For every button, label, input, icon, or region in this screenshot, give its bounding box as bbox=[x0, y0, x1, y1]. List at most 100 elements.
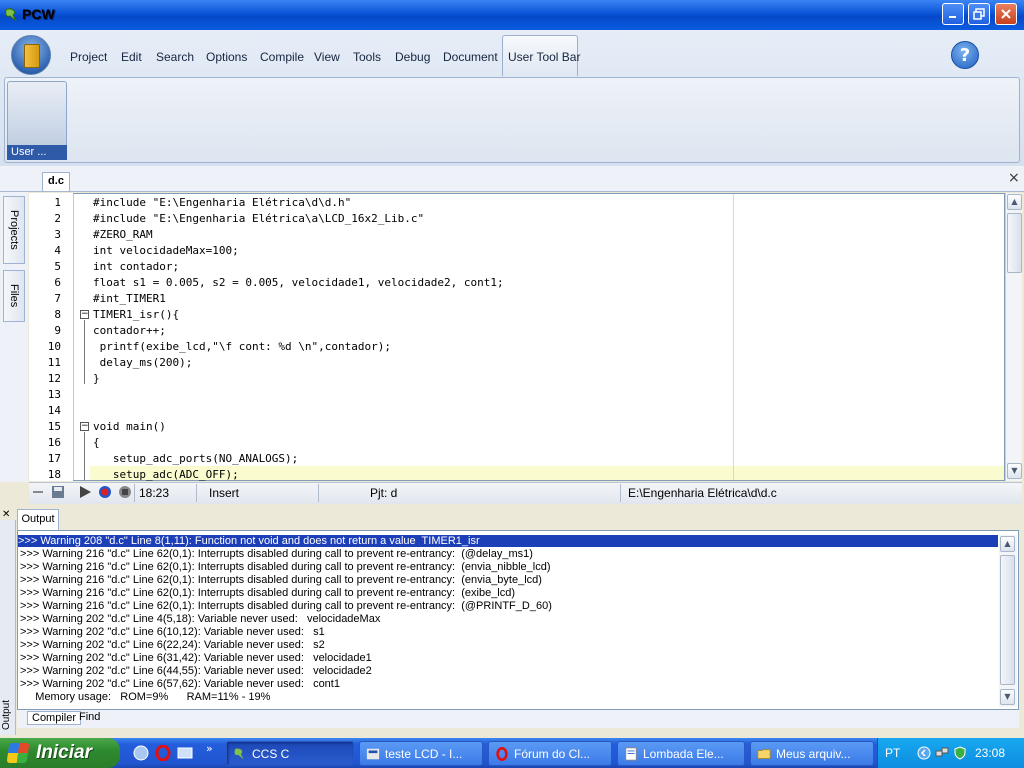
menu-compile[interactable]: Compile bbox=[260, 50, 304, 64]
code-line: printf(exibe_lcd,"\f cont: %d \n",contad… bbox=[93, 340, 392, 353]
title-bar[interactable] bbox=[0, 0, 1024, 30]
close-icon bbox=[1001, 9, 1011, 19]
output-side-label: Output bbox=[1, 700, 12, 731]
output-line[interactable]: >>> Warning 216 "d.c" Line 62(0,1): Inte… bbox=[20, 574, 542, 586]
tray-expand-icon[interactable] bbox=[917, 746, 931, 760]
help-icon: ? bbox=[959, 44, 971, 66]
fold-toggle-icon[interactable]: − bbox=[80, 310, 89, 319]
status-separator bbox=[318, 484, 319, 502]
right-margin-guide bbox=[733, 194, 734, 480]
tab-compiler[interactable]: Compiler bbox=[27, 711, 82, 725]
code-editor[interactable] bbox=[29, 193, 1005, 481]
scroll-thumb[interactable] bbox=[1007, 213, 1022, 273]
save-icon[interactable] bbox=[51, 485, 65, 499]
line-number: 9 bbox=[54, 324, 61, 337]
line-number: 14 bbox=[47, 404, 61, 417]
stop-icon[interactable] bbox=[118, 485, 132, 499]
scroll-up-icon[interactable]: ▲ bbox=[1007, 194, 1022, 210]
minimize-icon bbox=[949, 16, 956, 18]
more-quicklaunch-icon[interactable]: » bbox=[206, 742, 213, 755]
record-icon[interactable] bbox=[98, 485, 112, 499]
tab-files[interactable]: Files bbox=[3, 270, 25, 322]
output-line[interactable]: >>> Warning 216 "d.c" Line 62(0,1): Inte… bbox=[20, 600, 552, 612]
output-line[interactable]: >>> Warning 202 "d.c" Line 6(10,12): Var… bbox=[20, 626, 325, 638]
code-line: setup_adc(ADC_OFF); bbox=[93, 468, 239, 481]
code-line: #ZERO_RAM bbox=[93, 228, 153, 241]
close-document-icon[interactable]: × bbox=[1008, 170, 1020, 186]
line-number: 15 bbox=[47, 420, 61, 433]
help-button[interactable]: ? bbox=[951, 41, 979, 69]
output-line[interactable]: >>> Warning 216 "d.c" Line 62(0,1): Inte… bbox=[20, 561, 551, 573]
task-label: Fórum do Cl... bbox=[514, 746, 591, 761]
fold-toggle-icon[interactable]: − bbox=[80, 422, 89, 431]
status-separator bbox=[134, 484, 135, 502]
collapse-icon[interactable] bbox=[31, 485, 45, 499]
minimize-button[interactable] bbox=[942, 3, 964, 25]
line-number: 10 bbox=[47, 340, 61, 353]
menu-document[interactable]: Document bbox=[443, 50, 498, 64]
line-number: 7 bbox=[54, 292, 61, 305]
task-lombada[interactable]: Lombada Ele... bbox=[617, 741, 745, 766]
close-button[interactable] bbox=[995, 3, 1017, 25]
files-label: Files bbox=[8, 284, 20, 308]
line-number: 4 bbox=[54, 244, 61, 257]
output-line[interactable]: >>> Warning 202 "d.c" Line 4(5,18): Vari… bbox=[20, 613, 380, 625]
editor-scrollbar[interactable]: ▲ ▼ bbox=[1005, 193, 1022, 481]
output-scrollbar[interactable]: ▲ ▼ bbox=[999, 535, 1017, 707]
tab-projects[interactable]: Projects bbox=[3, 196, 25, 264]
tab-d-c[interactable]: d.c bbox=[42, 172, 70, 191]
project-name: Pjt: d bbox=[370, 486, 398, 500]
menu-edit[interactable]: Edit bbox=[121, 50, 142, 64]
scroll-down-icon[interactable]: ▼ bbox=[1000, 689, 1015, 705]
output-line-selected[interactable]: >>> Warning 208 "d.c" Line 8(1,11): Func… bbox=[18, 535, 998, 547]
menu-debug[interactable]: Debug bbox=[395, 50, 430, 64]
task-forum[interactable]: Fórum do Cl... bbox=[488, 741, 612, 766]
task-teste-lcd[interactable]: teste LCD - I... bbox=[359, 741, 483, 766]
output-line[interactable]: >>> Warning 202 "d.c" Line 6(31,42): Var… bbox=[20, 652, 372, 664]
line-number: 8 bbox=[54, 308, 61, 321]
start-button[interactable]: Iniciar bbox=[0, 738, 120, 768]
network-icon[interactable] bbox=[935, 746, 949, 760]
tab-output[interactable]: Output bbox=[17, 509, 59, 530]
fold-line bbox=[84, 432, 85, 480]
menu-user-tool-bar[interactable]: User Tool Bar bbox=[508, 50, 580, 64]
language-indicator[interactable]: PT bbox=[885, 746, 900, 760]
document-icon bbox=[625, 746, 637, 761]
msn-icon[interactable] bbox=[133, 745, 149, 761]
output-line[interactable]: Memory usage: ROM=9% RAM=11% - 19% bbox=[20, 691, 270, 703]
code-line: TIMER1_isr(){ bbox=[93, 308, 180, 321]
code-line: { bbox=[93, 436, 100, 449]
clock: 23:08 bbox=[975, 746, 1006, 760]
task-ccs-c[interactable]: CCS C bbox=[226, 741, 354, 766]
scroll-thumb[interactable] bbox=[1000, 555, 1015, 685]
task-meus-arquivos[interactable]: Meus arquiv... bbox=[750, 741, 874, 766]
play-icon[interactable] bbox=[78, 485, 92, 499]
output-line[interactable]: >>> Warning 202 "d.c" Line 6(57,62): Var… bbox=[20, 678, 340, 690]
menu-view[interactable]: View bbox=[314, 50, 340, 64]
scroll-down-icon[interactable]: ▼ bbox=[1007, 463, 1022, 479]
opera-icon[interactable] bbox=[155, 745, 171, 761]
scroll-up-icon[interactable]: ▲ bbox=[1000, 536, 1015, 552]
tab-find[interactable]: Find bbox=[79, 711, 100, 723]
code-line: #include "E:\Engenharia Elétrica\d\d.h" bbox=[93, 196, 352, 209]
output-line[interactable]: >>> Warning 202 "d.c" Line 6(44,55): Var… bbox=[20, 665, 372, 677]
ribbon-panel bbox=[4, 77, 1020, 163]
menu-tools[interactable]: Tools bbox=[353, 50, 381, 64]
restore-button[interactable] bbox=[968, 3, 990, 25]
line-number: 13 bbox=[47, 388, 61, 401]
application-menu-button[interactable] bbox=[11, 35, 51, 75]
output-line[interactable]: >>> Warning 216 "d.c" Line 62(0,1): Inte… bbox=[20, 548, 533, 560]
menu-project[interactable]: Project bbox=[70, 50, 107, 64]
menu-search[interactable]: Search bbox=[156, 50, 194, 64]
close-output-icon[interactable]: ✕ bbox=[2, 509, 10, 520]
user-group-label: User ... bbox=[7, 145, 67, 160]
menu-options[interactable]: Options bbox=[206, 50, 247, 64]
status-separator bbox=[620, 484, 621, 502]
task-label: Lombada Ele... bbox=[643, 746, 724, 761]
output-line[interactable]: >>> Warning 216 "d.c" Line 62(0,1): Inte… bbox=[20, 587, 515, 599]
show-desktop-icon[interactable] bbox=[177, 745, 193, 761]
security-shield-icon[interactable] bbox=[953, 746, 967, 760]
document-tab-bar bbox=[0, 166, 1024, 192]
output-line[interactable]: >>> Warning 202 "d.c" Line 6(22,24): Var… bbox=[20, 639, 325, 651]
fold-line bbox=[84, 320, 85, 384]
